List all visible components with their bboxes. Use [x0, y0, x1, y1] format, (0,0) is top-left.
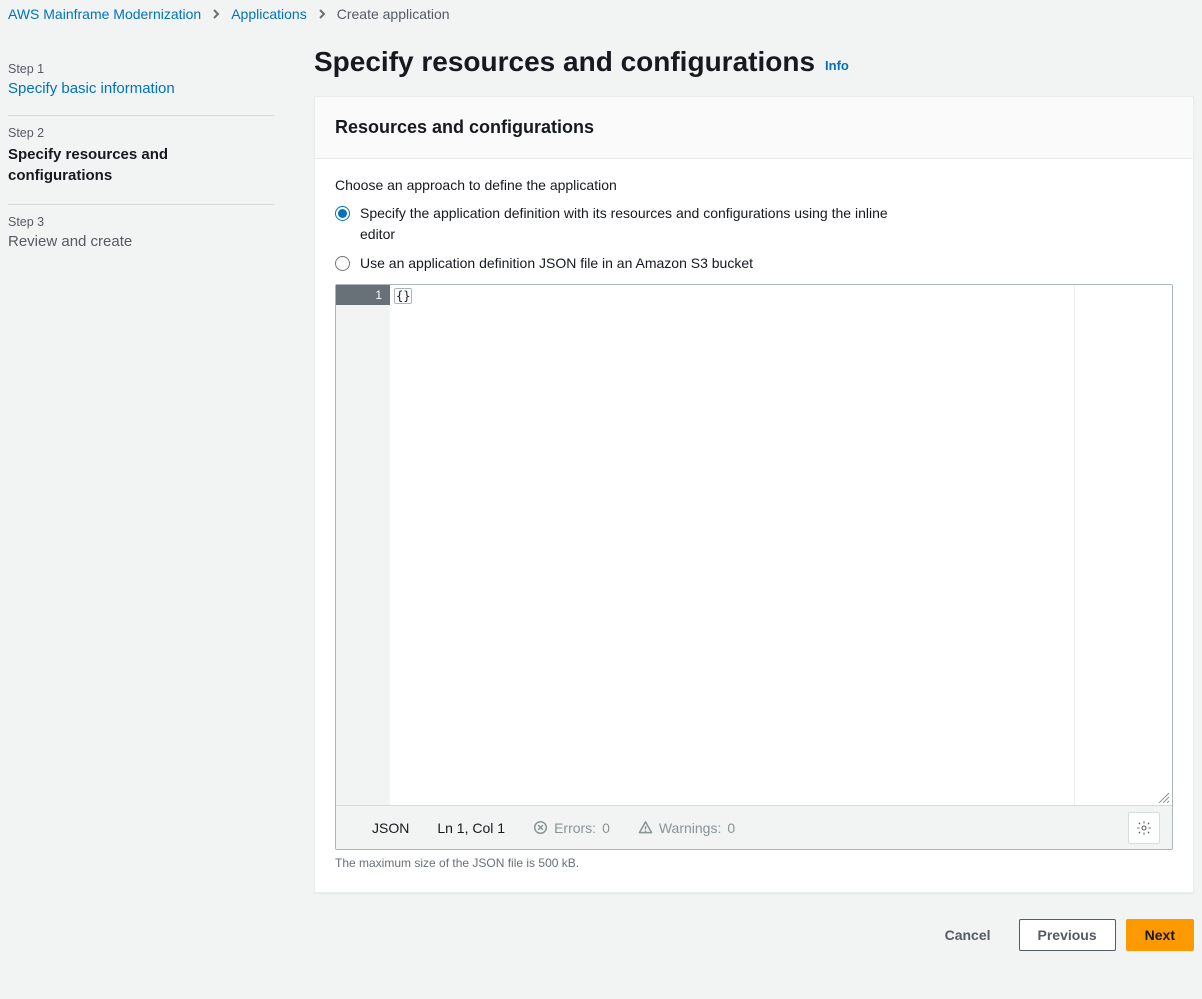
breadcrumb-item-current: Create application — [337, 6, 450, 22]
previous-button[interactable]: Previous — [1019, 919, 1116, 951]
wizard-step-label: Step 1 — [8, 62, 274, 76]
breadcrumb-item-root[interactable]: AWS Mainframe Modernization — [8, 6, 201, 22]
editor-content: {} — [394, 288, 412, 304]
wizard-nav: Step 1 Specify basic information Step 2 … — [8, 32, 298, 963]
error-icon — [533, 820, 548, 835]
cancel-button[interactable]: Cancel — [927, 919, 1009, 951]
editor-area[interactable]: 1 {} — [336, 285, 1172, 805]
panel-header: Resources and configurations — [315, 97, 1193, 159]
status-language: JSON — [372, 820, 409, 836]
radio-option-s3[interactable]: Use an application definition JSON file … — [335, 253, 1173, 274]
wizard-step-1: Step 1 Specify basic information — [8, 52, 274, 116]
info-link[interactable]: Info — [825, 58, 849, 73]
editor-textarea[interactable]: {} — [390, 285, 1074, 805]
radio-input-s3[interactable] — [335, 256, 350, 271]
radio-label-s3[interactable]: Use an application definition JSON file … — [360, 253, 753, 274]
breadcrumb: AWS Mainframe Modernization Applications… — [0, 0, 1202, 32]
main-content: Specify resources and configurations Inf… — [298, 32, 1194, 963]
panel-title: Resources and configurations — [335, 117, 1173, 138]
wizard-step-3: Step 3 Review and create — [8, 205, 274, 268]
editor-gutter: 1 — [336, 285, 390, 805]
status-warnings: Warnings: 0 — [638, 820, 735, 836]
wizard-step-link[interactable]: Specify basic information — [8, 80, 175, 97]
approach-label: Choose an approach to define the applica… — [335, 177, 1173, 193]
wizard-footer: Cancel Previous Next — [314, 915, 1194, 963]
radio-input-inline[interactable] — [335, 206, 350, 221]
wizard-step-2: Step 2 Specify resources and configurati… — [8, 116, 274, 205]
chevron-right-icon — [211, 9, 221, 19]
wizard-step-current: Specify resources and configurations — [8, 144, 274, 186]
editor-hint: The maximum size of the JSON file is 500… — [335, 856, 1173, 870]
chevron-right-icon — [317, 9, 327, 19]
code-editor: 1 {} JSON Ln 1, Col 1 — [335, 284, 1173, 870]
resources-panel: Resources and configurations Choose an a… — [314, 96, 1194, 893]
radio-label-inline[interactable]: Specify the application definition with … — [360, 203, 920, 245]
editor-settings-button[interactable] — [1128, 812, 1160, 844]
page-header: Specify resources and configurations Inf… — [314, 46, 1194, 78]
warning-icon — [638, 820, 653, 835]
gear-icon — [1136, 820, 1152, 836]
status-errors: Errors: 0 — [533, 820, 610, 836]
status-cursor-position: Ln 1, Col 1 — [437, 820, 505, 836]
next-button[interactable]: Next — [1126, 919, 1194, 951]
wizard-step-future: Review and create — [8, 233, 274, 250]
page-title: Specify resources and configurations — [314, 46, 815, 78]
breadcrumb-item-applications[interactable]: Applications — [231, 6, 307, 22]
editor-status-bar: JSON Ln 1, Col 1 Errors: 0 — [336, 805, 1172, 849]
wizard-step-label: Step 3 — [8, 215, 274, 229]
wizard-step-label: Step 2 — [8, 126, 274, 140]
line-number: 1 — [336, 285, 390, 305]
radio-option-inline[interactable]: Specify the application definition with … — [335, 203, 1173, 245]
editor-minimap[interactable] — [1074, 285, 1172, 805]
